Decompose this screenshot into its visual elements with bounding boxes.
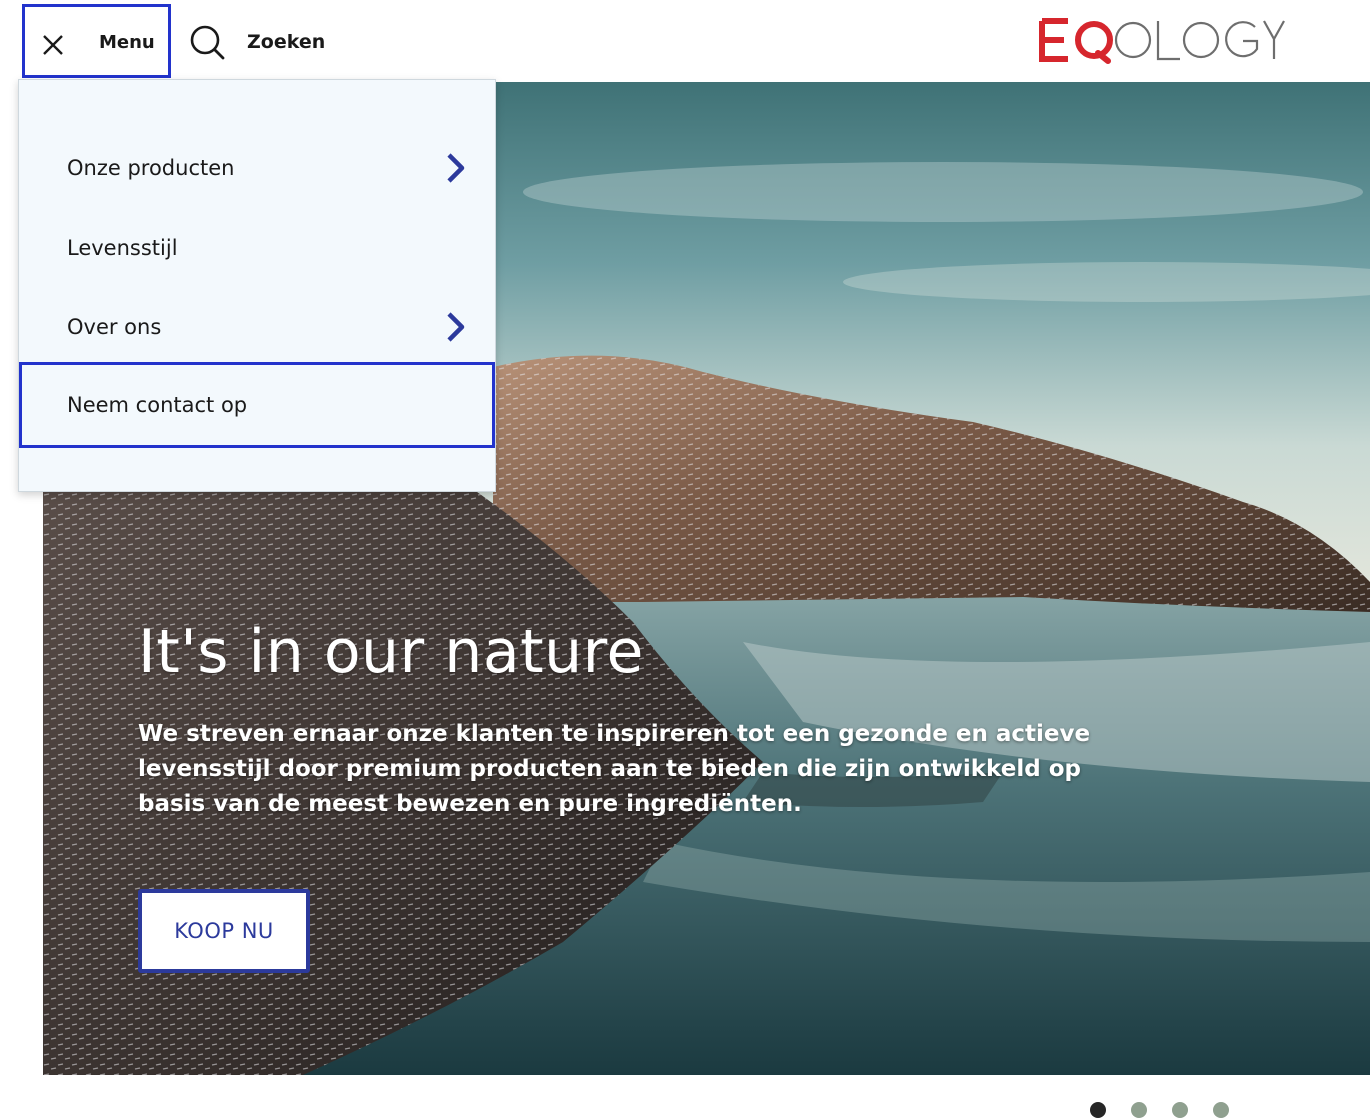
hero-description: We streven ernaar onze klanten te inspir…	[138, 721, 1091, 817]
search-button[interactable]: Zoeken	[189, 22, 325, 62]
carousel-dots	[1090, 1102, 1229, 1118]
search-label: Zoeken	[247, 31, 326, 53]
eqology-logo[interactable]	[1038, 15, 1288, 65]
menu-item-levensstijl[interactable]: Levensstijl	[19, 208, 495, 288]
menu-item-label: Onze producten	[67, 156, 235, 180]
menu-item-onze-producten[interactable]: Onze producten	[19, 128, 495, 208]
carousel-dot[interactable]	[1172, 1102, 1188, 1118]
site-header: Menu Zoeken	[0, 0, 1370, 82]
koop-nu-button[interactable]: KOOP NU	[138, 889, 310, 973]
search-icon	[190, 25, 225, 60]
carousel-dot[interactable]	[1213, 1102, 1229, 1118]
menu-item-over-ons[interactable]: Over ons	[19, 287, 495, 367]
chevron-right-icon	[447, 153, 465, 183]
menu-toggle-button[interactable]: Menu	[22, 4, 171, 78]
navigation-dropdown: Onze producten Levensstijl Over ons Neem…	[18, 79, 496, 492]
menu-item-neem-contact-op[interactable]: Neem contact op	[19, 362, 495, 448]
menu-label: Menu	[99, 32, 155, 53]
chevron-right-icon	[447, 312, 465, 342]
hero-title: It's in our nature	[138, 617, 644, 687]
menu-item-label: Levensstijl	[67, 236, 178, 260]
close-icon	[43, 35, 63, 55]
carousel-dot[interactable]	[1090, 1102, 1106, 1118]
carousel-dot[interactable]	[1131, 1102, 1147, 1118]
menu-item-label: Over ons	[67, 315, 162, 339]
menu-item-label: Neem contact op	[67, 393, 248, 417]
